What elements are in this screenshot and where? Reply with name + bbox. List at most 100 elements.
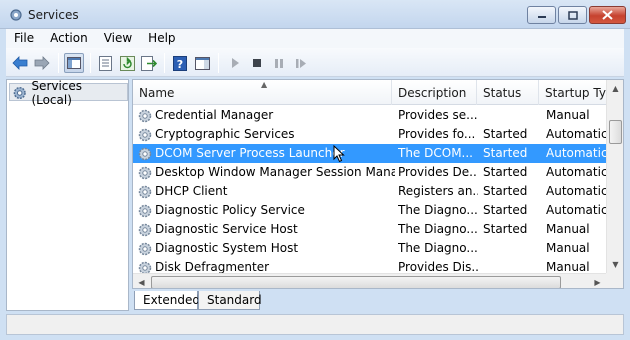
service-gear-icon bbox=[138, 128, 152, 142]
services-gear-icon bbox=[10, 9, 22, 21]
pause-icon bbox=[275, 58, 283, 68]
minimize-button[interactable] bbox=[527, 6, 556, 24]
service-status: Started bbox=[483, 127, 528, 141]
vertical-scrollbar[interactable]: ▲ ▼ bbox=[606, 80, 623, 273]
service-startup-type: Automatic bbox=[546, 165, 606, 179]
scroll-down-icon[interactable]: ▼ bbox=[607, 256, 623, 273]
service-gear-icon bbox=[138, 166, 152, 180]
sort-ascending-icon: ▲ bbox=[261, 80, 268, 89]
close-icon bbox=[602, 10, 613, 20]
column-header-status[interactable]: Status bbox=[477, 80, 539, 105]
start-service-button[interactable] bbox=[225, 53, 245, 73]
service-startup-type: Automatic bbox=[546, 203, 606, 217]
table-row[interactable]: Desktop Window Manager Session Manager P… bbox=[133, 163, 606, 182]
service-startup-type: Manual bbox=[546, 222, 590, 236]
table-row[interactable]: Credential Manager Provides se... Manual bbox=[133, 106, 606, 125]
service-startup-type: Manual bbox=[546, 108, 590, 122]
pause-service-button[interactable] bbox=[269, 53, 289, 73]
table-row[interactable]: Diagnostic Service Host The Diagno... St… bbox=[133, 220, 606, 239]
service-description: Provides fo... bbox=[398, 127, 476, 141]
menu-bar: File Action View Help bbox=[6, 29, 624, 48]
table-row-selected[interactable]: DCOM Server Process Launcher The DCOM...… bbox=[133, 144, 606, 163]
play-icon bbox=[232, 58, 239, 68]
toolbar-separator bbox=[218, 53, 219, 73]
show-hide-action-pane-button[interactable] bbox=[192, 53, 212, 73]
show-console-tree-button[interactable] bbox=[64, 53, 84, 73]
export-list-button[interactable] bbox=[139, 53, 159, 73]
table-body: Credential Manager Provides se... Manual… bbox=[133, 106, 606, 277]
menu-action[interactable]: Action bbox=[42, 29, 96, 48]
vertical-scroll-thumb[interactable] bbox=[609, 120, 622, 144]
tree-node-services-local[interactable]: Services (Local) bbox=[9, 79, 128, 107]
menu-help[interactable]: Help bbox=[140, 29, 183, 48]
menu-file[interactable]: File bbox=[6, 29, 42, 48]
console-tree: Services (Local) bbox=[6, 79, 129, 311]
service-status: Started bbox=[483, 203, 528, 217]
service-gear-icon bbox=[138, 242, 152, 256]
service-name: Cryptographic Services bbox=[155, 127, 295, 141]
scroll-right-icon[interactable]: ▶ bbox=[589, 274, 606, 288]
service-name: Credential Manager bbox=[155, 108, 274, 122]
menu-view[interactable]: View bbox=[96, 29, 140, 48]
tab-extended[interactable]: Extended bbox=[134, 291, 200, 310]
help-button[interactable]: ? bbox=[170, 53, 190, 73]
restart-service-button[interactable] bbox=[291, 53, 311, 73]
properties-icon bbox=[98, 55, 112, 71]
tree-node-label: Services (Local) bbox=[31, 78, 83, 107]
scroll-left-icon[interactable]: ◀ bbox=[133, 274, 150, 288]
column-header-startup-type[interactable]: Startup Typ bbox=[539, 80, 606, 105]
properties-button[interactable] bbox=[95, 53, 115, 73]
column-header-description[interactable]: Description bbox=[392, 80, 477, 105]
status-bar bbox=[6, 314, 624, 335]
service-description: Provides se... bbox=[398, 108, 478, 122]
service-description: The Diagno... bbox=[398, 203, 478, 217]
service-description: Registers an... bbox=[398, 184, 478, 198]
stop-icon bbox=[253, 59, 261, 67]
service-gear-icon bbox=[138, 109, 152, 123]
service-name: DHCP Client bbox=[155, 184, 228, 198]
show-hide-pane-icon bbox=[194, 56, 210, 70]
toolbar: ? bbox=[6, 48, 624, 77]
scrollbar-corner bbox=[606, 273, 623, 288]
service-name: Diagnostic Policy Service bbox=[155, 203, 305, 217]
stop-service-button[interactable] bbox=[247, 53, 267, 73]
scroll-up-icon[interactable]: ▲ bbox=[607, 80, 623, 97]
table-row[interactable]: DHCP Client Registers an... Started Auto… bbox=[133, 182, 606, 201]
service-description: The DCOM... bbox=[398, 146, 473, 160]
console-tree-icon bbox=[67, 57, 81, 69]
column-header-row: Name ▲ Description Status Startup Typ bbox=[133, 80, 606, 105]
toolbar-separator bbox=[90, 53, 91, 73]
close-button[interactable] bbox=[589, 6, 626, 24]
horizontal-scroll-thumb[interactable] bbox=[151, 276, 561, 288]
forward-button[interactable] bbox=[32, 53, 52, 73]
horizontal-scrollbar[interactable]: ◀ ▶ bbox=[133, 273, 606, 288]
service-startup-type: Automatic bbox=[546, 127, 606, 141]
service-gear-icon bbox=[138, 147, 152, 161]
maximize-icon bbox=[567, 10, 578, 20]
table-row[interactable]: Diagnostic System Host The Diagno... Man… bbox=[133, 239, 606, 258]
tab-standard[interactable]: Standard bbox=[198, 291, 262, 310]
table-row[interactable]: Cryptographic Services Provides fo... St… bbox=[133, 125, 606, 144]
service-description: Provides De... bbox=[398, 165, 478, 179]
toolbar-separator bbox=[58, 53, 59, 73]
service-name: Diagnostic Service Host bbox=[155, 222, 298, 236]
service-name: DCOM Server Process Launcher bbox=[155, 146, 345, 160]
service-gear-icon bbox=[138, 223, 152, 237]
back-button[interactable] bbox=[10, 53, 30, 73]
refresh-icon bbox=[119, 55, 135, 71]
export-list-icon bbox=[141, 55, 157, 71]
service-description: The Diagno... bbox=[398, 222, 478, 236]
service-description: The Diagno... bbox=[398, 241, 478, 255]
service-gear-icon bbox=[138, 204, 152, 218]
table-row[interactable]: Diagnostic Policy Service The Diagno... … bbox=[133, 201, 606, 220]
refresh-button[interactable] bbox=[117, 53, 137, 73]
help-icon: ? bbox=[173, 55, 187, 71]
service-status: Started bbox=[483, 165, 528, 179]
maximize-button[interactable] bbox=[558, 6, 587, 24]
window-title: Services bbox=[28, 8, 79, 22]
minimize-icon bbox=[537, 16, 546, 18]
restart-icon bbox=[296, 58, 306, 68]
service-name: Diagnostic System Host bbox=[155, 241, 299, 255]
service-startup-type: Automatic bbox=[546, 146, 606, 160]
title-bar: Services bbox=[0, 0, 630, 29]
